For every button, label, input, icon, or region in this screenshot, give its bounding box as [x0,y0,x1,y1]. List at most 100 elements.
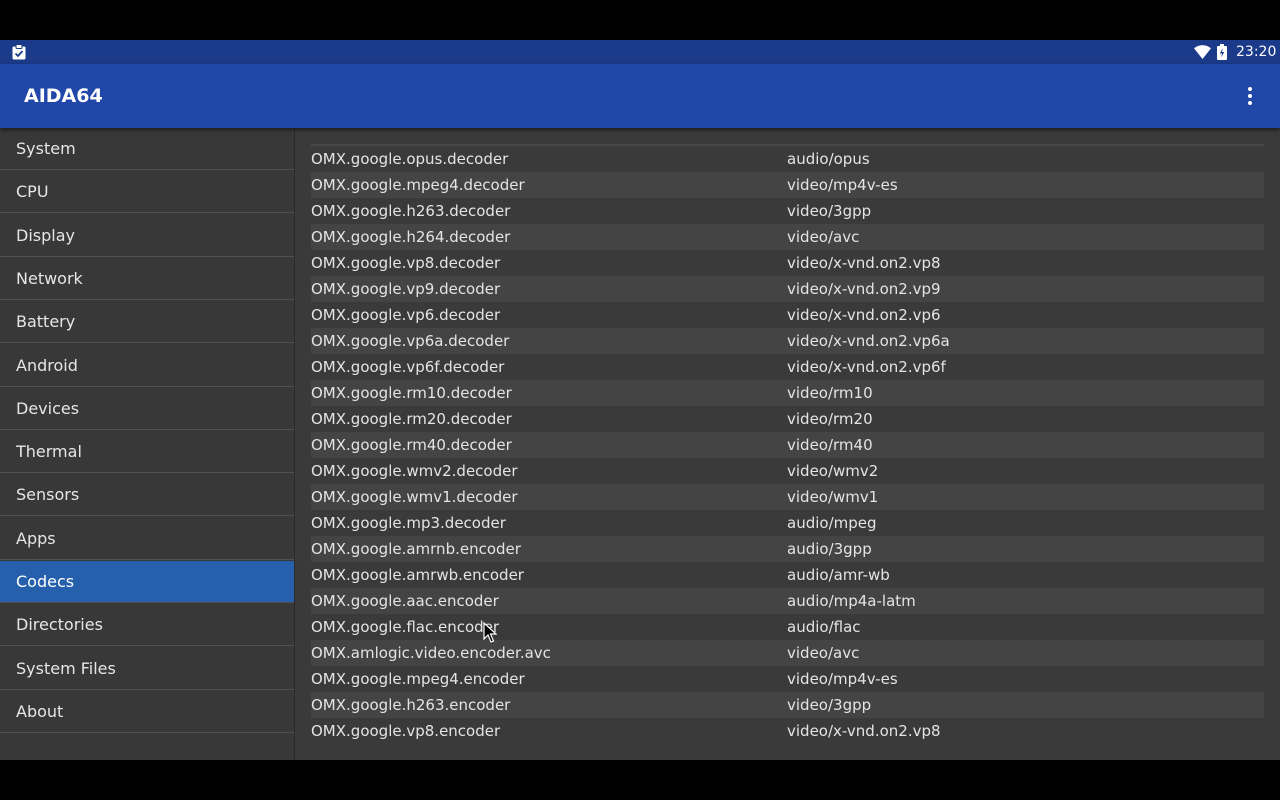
codec-name: OMX.google.vp6.decoder [311,306,501,324]
sidebar-item-network[interactable]: Network [0,258,294,300]
app-bar: AIDA64 [0,64,1280,128]
table-row: OMX.google.vp6a.decoder video/x-vnd.on2.v… [311,328,1264,354]
codec-mime-type: audio/amr-wb [787,566,890,584]
table-row: OMX.google.h264.decoder video/avc [311,224,1264,250]
codec-mime-type: video/rm20 [787,410,873,428]
app-title: AIDA64 [24,85,103,107]
codec-name: OMX.google.mpeg4.decoder [311,176,525,194]
table-row: OMX.google.rm20.decoder video/rm20 [311,406,1264,432]
table-row: OMX.google.h263.decoder video/3gpp [311,198,1264,224]
codec-mime-type: video/wmv2 [787,462,879,480]
sidebar-item-devices[interactable]: Devices [0,388,294,430]
table-row: OMX.google.wmv2.decoder video/wmv2 [311,458,1264,484]
sidebar-item-cpu[interactable]: CPU [0,171,294,214]
sidebar-item-apps[interactable]: Apps [0,518,294,560]
table-row: OMX.google.h263.encoder video/3gpp [311,692,1264,718]
sidebar-nav: System CPU Display Network Battery Android Dev… [0,128,294,760]
mouse-pointer-icon [483,622,497,643]
table-row: OMX.google.amrnb.encoder audio/3gpp [311,536,1264,562]
table-row: OMX.google.opus.decoder audio/opus [311,146,1264,172]
clipboard-check-icon [12,44,26,60]
battery-charging-icon [1217,44,1227,60]
sidebar-item-system[interactable]: System [0,128,294,170]
codec-name: OMX.google.wmv2.decoder [311,462,518,480]
sidebar-item-system-files[interactable]: System Files [0,648,294,690]
table-row: OMX.amlogic.video.encoder.avc video/avc [311,640,1264,666]
codec-name: OMX.google.amrnb.encoder [311,540,521,558]
codec-name: OMX.google.aac.encoder [311,592,499,610]
codec-mime-type: video/x-vnd.on2.vp6a [787,332,950,350]
codec-mime-type: audio/flac [787,618,861,636]
table-row: OMX.google.vp9.decoder video/x-vnd.on2.vp… [311,276,1264,302]
codec-mime-type: video/x-vnd.on2.vp6 [787,306,941,324]
table-row: OMX.google.aac.encoder audio/mp4a-latm [311,588,1264,614]
codec-mime-type: audio/opus [787,150,870,168]
table-row: OMX.google.mpeg4.decoder video/mp4v-es [311,172,1264,198]
status-bar: 23:20 [0,40,1280,64]
codec-name: OMX.google.vp8.encoder [311,722,501,740]
codec-name: OMX.google.mpeg4.encoder [311,670,525,688]
wifi-icon [1194,45,1211,59]
codec-name: OMX.google.h263.decoder [311,202,511,220]
codec-name: OMX.google.vp6f.decoder [311,358,505,376]
codec-name: OMX.google.h263.encoder [311,696,511,714]
sidebar-item-display[interactable]: Display [0,215,294,257]
codec-table: OMX.google.opus.decoder audio/opus OMX.goo… [311,146,1264,744]
sidebar-item-codecs[interactable]: Codecs [0,561,294,603]
codec-mime-type: video/avc [787,228,860,246]
codec-name: OMX.google.rm40.decoder [311,436,512,454]
codec-name: OMX.google.vp9.decoder [311,280,501,298]
codec-mime-type: video/3gpp [787,696,872,714]
letterbox-bottom [0,760,1280,800]
codec-name: OMX.google.mp3.decoder [311,514,506,532]
sidebar-item-thermal[interactable]: Thermal [0,431,294,474]
codec-mime-type: video/x-vnd.on2.vp8 [787,722,941,740]
table-row: OMX.google.vp8.decoder video/x-vnd.on2.vp… [311,250,1264,276]
sidebar-item-battery[interactable]: Battery [0,301,294,344]
more-vert-icon[interactable] [1236,82,1264,110]
sidebar-item-sensors[interactable]: Sensors [0,474,294,517]
status-clock: 23:20 [1236,44,1277,60]
codec-mime-type: video/mp4v-es [787,670,898,688]
table-row: OMX.google.mpeg4.encoder video/mp4v-es [311,666,1264,692]
codec-mime-type: audio/mp4a-latm [787,592,916,610]
letterbox-top [0,0,1280,40]
codec-name: OMX.google.rm20.decoder [311,410,512,428]
codec-name: OMX.google.vp6a.decoder [311,332,510,350]
codec-name: OMX.google.flac.encoder [311,618,500,636]
overflow-dot [1248,101,1252,105]
codec-mime-type: video/3gpp [787,202,872,220]
codecs-panel[interactable]: OMX.google.opus.decoder audio/opus OMX.goo… [295,128,1280,760]
table-row: OMX.google.wmv1.decoder video/wmv1 [311,484,1264,510]
sidebar-item-android[interactable]: Android [0,345,294,387]
codec-name: OMX.google.vp8.decoder [311,254,501,272]
codec-mime-type: video/rm40 [787,436,873,454]
table-row: OMX.google.flac.encoder audio/flac [311,614,1264,640]
codec-mime-type: video/x-vnd.on2.vp8 [787,254,941,272]
codec-name: OMX.amlogic.video.encoder.avc [311,644,551,662]
codec-name: OMX.google.opus.decoder [311,150,509,168]
codec-mime-type: audio/mpeg [787,514,877,532]
codec-name: OMX.google.rm10.decoder [311,384,512,402]
codec-name: OMX.google.amrwb.encoder [311,566,524,584]
table-row: OMX.google.vp6f.decoder video/x-vnd.on2.v… [311,354,1264,380]
codec-mime-type: video/wmv1 [787,488,879,506]
overflow-dot [1248,94,1252,98]
table-row: OMX.google.mp3.decoder audio/mpeg [311,510,1264,536]
sidebar-item-about[interactable]: About [0,691,294,733]
codec-mime-type: video/x-vnd.on2.vp6f [787,358,946,376]
codec-mime-type: audio/3gpp [787,540,872,558]
table-row: OMX.google.rm10.decoder video/rm10 [311,380,1264,406]
table-row: OMX.google.rm40.decoder video/rm40 [311,432,1264,458]
codec-mime-type: video/rm10 [787,384,873,402]
codec-mime-type: video/x-vnd.on2.vp9 [787,280,941,298]
table-row: OMX.google.vp8.encoder video/x-vnd.on2.vp… [311,718,1264,744]
table-row: OMX.google.vp6.decoder video/x-vnd.on2.vp… [311,302,1264,328]
table-row: OMX.google.amrwb.encoder audio/amr-wb [311,562,1264,588]
overflow-dot [1248,87,1252,91]
sidebar-item-directories[interactable]: Directories [0,604,294,647]
codec-mime-type: video/mp4v-es [787,176,898,194]
codec-name: OMX.google.wmv1.decoder [311,488,518,506]
codec-name: OMX.google.h264.decoder [311,228,511,246]
codec-mime-type: video/avc [787,644,860,662]
